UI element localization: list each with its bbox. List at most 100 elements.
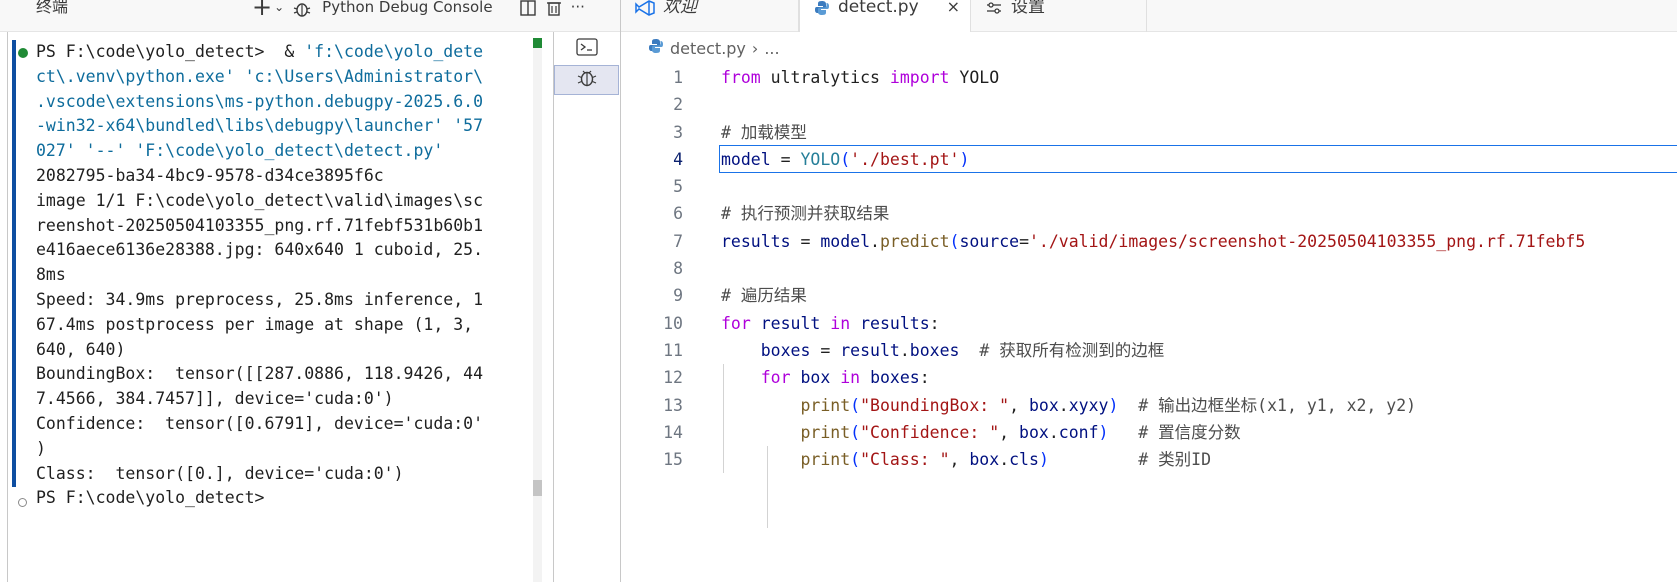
tab-label: 设置 bbox=[1011, 0, 1045, 17]
editor-tab-bar: 欢迎 detect.py × 设置 bbox=[621, 0, 1677, 32]
code-token: results bbox=[721, 231, 791, 251]
terminal-text: 027' '--' 'F:\code\yolo_detect\detect.py… bbox=[36, 141, 444, 161]
code-token: YOLO bbox=[949, 68, 1000, 87]
code-text: model = YOLO('./best.pt') bbox=[721, 146, 969, 173]
code-token: # 类别ID bbox=[1138, 450, 1212, 470]
terminal-tab-shell[interactable] bbox=[554, 34, 619, 64]
tab-welcome[interactable]: 欢迎 bbox=[621, 0, 799, 32]
bug-icon[interactable] bbox=[292, 0, 312, 18]
close-icon[interactable]: × bbox=[947, 0, 960, 15]
code-token: = bbox=[770, 149, 801, 169]
line-number: 4 bbox=[673, 149, 683, 169]
terminal-text: 'f:\code\yolo_dete bbox=[304, 42, 484, 61]
command-success-dot[interactable] bbox=[18, 48, 28, 58]
terminal-border bbox=[7, 32, 8, 582]
line-number: 12 bbox=[663, 368, 683, 388]
code-line[interactable]: 15 print("Class: ", box.cls) # 类别ID bbox=[621, 446, 1677, 473]
code-line[interactable]: 14 print("Confidence: ", box.conf) # 置信度… bbox=[621, 419, 1677, 446]
debug-console-label[interactable]: Python Debug Console bbox=[322, 0, 492, 15]
code-token: # 置信度分数 bbox=[1138, 422, 1241, 442]
terminal-scroll-thumb[interactable] bbox=[533, 480, 542, 496]
terminal-line: BoundingBox: tensor([[287.0886, 118.9426… bbox=[36, 362, 532, 387]
code-token: model bbox=[721, 149, 771, 169]
code-token: # 遍历结果 bbox=[721, 286, 807, 306]
line-number: 2 bbox=[673, 95, 683, 115]
code-token: "Confidence: " bbox=[860, 422, 1000, 442]
code-text: results = model.predict(source='./valid/… bbox=[721, 228, 1585, 255]
terminal-line: Class: tensor([0.], device='cuda:0') bbox=[36, 462, 532, 487]
code-token: result bbox=[760, 313, 821, 333]
code-line[interactable]: 2 bbox=[621, 91, 1677, 118]
line-number: 7 bbox=[673, 231, 683, 251]
code-token: conf bbox=[1058, 422, 1099, 442]
terminal-tab-debug[interactable] bbox=[554, 65, 619, 95]
terminal-line: reenshot-20250504103355_png.rf.71febf531… bbox=[36, 214, 532, 239]
code-text: boxes = result.boxes # 获取所有检测到的边框 bbox=[721, 337, 1164, 364]
python-icon bbox=[814, 0, 830, 18]
bug-icon bbox=[576, 68, 598, 92]
command-idle-dot[interactable] bbox=[18, 498, 27, 507]
code-token: box bbox=[800, 368, 831, 388]
terminal-text: 67.4ms postprocess per image at shape (1… bbox=[36, 314, 474, 334]
trash-icon[interactable] bbox=[545, 0, 563, 16]
terminal-text: Speed: 34.9ms preprocess, 25.8ms inferen… bbox=[36, 289, 484, 309]
code-line[interactable]: 3 # 加载模型 bbox=[621, 119, 1677, 146]
code-token: # 输出边框坐标(x1, y1, x2, y2) bbox=[1138, 395, 1417, 415]
code-text: print("Class: ", box.cls) # 类别ID bbox=[721, 446, 1211, 473]
code-token: "BoundingBox: " bbox=[860, 395, 1010, 415]
terminal-line: 8ms bbox=[36, 263, 532, 288]
code-line[interactable]: 1 from ultralytics import YOLO bbox=[621, 64, 1677, 91]
terminal-output[interactable]: PS F:\code\yolo_detect> & 'f:\code\yolo_… bbox=[36, 40, 532, 511]
code-token: ) bbox=[959, 149, 970, 169]
split-icon[interactable] bbox=[519, 0, 537, 16]
code-token: './valid/images/screenshot-2025050410335… bbox=[1029, 231, 1586, 251]
terminal-text: ) bbox=[36, 438, 46, 458]
code-token: ultralytics bbox=[760, 68, 890, 87]
more-icon[interactable]: ··· bbox=[571, 0, 585, 15]
terminal-text: .vscode\extensions\ms-python.debugpy-202… bbox=[36, 91, 484, 111]
code-token: . bbox=[870, 231, 880, 251]
code-line[interactable]: 11 boxes = result.boxes # 获取所有检测到的边框 bbox=[621, 337, 1677, 364]
chevron-down-icon[interactable]: ⌄ bbox=[274, 0, 284, 14]
code-token: ( bbox=[850, 450, 861, 470]
code-token: ( bbox=[949, 231, 960, 251]
code-line[interactable]: 8 bbox=[621, 255, 1677, 282]
terminal-actions: + ⌄ Python Debug Console ··· bbox=[252, 0, 585, 18]
code-text: for result in results: bbox=[721, 310, 940, 337]
code-token: boxes bbox=[760, 340, 811, 360]
code-token: for bbox=[760, 368, 791, 388]
code-line[interactable]: 6 # 执行预测并获取结果 bbox=[621, 200, 1677, 227]
terminal-title[interactable]: 终端 bbox=[36, 0, 68, 18]
plus-icon[interactable]: + bbox=[252, 0, 272, 18]
code-text: # 加载模型 bbox=[721, 119, 807, 146]
code-line[interactable]: 12 for box in boxes: bbox=[621, 364, 1677, 391]
tab-detect-py[interactable]: detect.py × bbox=[799, 0, 971, 32]
terminal-text: 640, 640) bbox=[36, 339, 126, 359]
terminal-text: reenshot-20250504103355_png.rf.71febf531… bbox=[36, 215, 484, 235]
breadcrumb-file[interactable]: detect.py bbox=[670, 39, 746, 58]
tab-settings[interactable]: 设置 bbox=[971, 0, 1147, 32]
settings-sliders-icon bbox=[985, 0, 1003, 18]
code-line[interactable]: 13 print("BoundingBox: ", box.xyxy) # 输出… bbox=[621, 392, 1677, 419]
terminal-scrollbar[interactable] bbox=[533, 38, 542, 582]
code-token: print bbox=[800, 450, 851, 470]
code-line[interactable]: 4 model = YOLO('./best.pt') bbox=[621, 146, 1677, 173]
vscode-icon bbox=[635, 0, 655, 18]
breadcrumb-symbol[interactable]: ... bbox=[764, 39, 779, 58]
code-line[interactable]: 7 results = model.predict(source='./valid… bbox=[621, 228, 1677, 255]
code-token: . bbox=[1058, 395, 1069, 415]
code-line[interactable]: 5 bbox=[621, 173, 1677, 200]
code-editor[interactable]: 1 from ultralytics import YOLO 2 3 # 加载模型 4 mo… bbox=[621, 64, 1677, 528]
code-token: import bbox=[889, 68, 950, 87]
breadcrumb-separator: › bbox=[751, 38, 759, 58]
code-token: print bbox=[800, 395, 851, 415]
code-line[interactable]: 9 # 遍历结果 bbox=[621, 282, 1677, 309]
code-line[interactable]: 10 for result in results: bbox=[621, 310, 1677, 337]
